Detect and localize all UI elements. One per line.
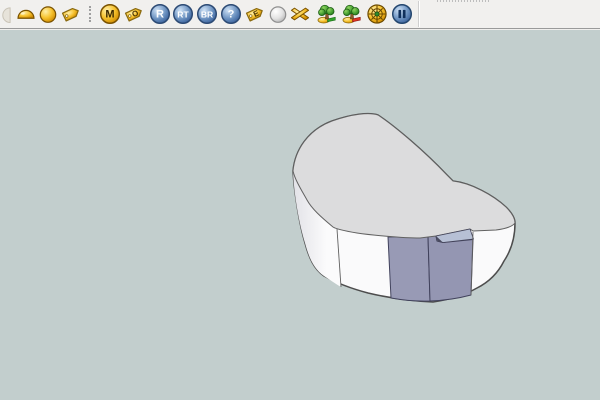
e-tag-button[interactable]: E [244,3,266,25]
clipped-edge-icon [0,3,15,25]
gold-dome-icon[interactable] [15,3,37,25]
gold-tag-icon[interactable] [60,3,82,25]
main-toolbar: M OR RT BR? E [0,0,600,29]
tree-red-strip-icon[interactable] [341,3,363,25]
o-tag-button[interactable]: O [123,3,145,25]
compass-target-icon[interactable] [366,3,388,25]
toolbar-divider [418,1,420,27]
white-sphere-icon[interactable] [267,3,289,25]
svg-text:M: M [105,8,114,20]
toolbar-grip-dots [437,0,489,2]
rt-button[interactable]: RT [172,3,194,25]
svg-text:?: ? [228,8,235,20]
br-button[interactable]: BR [196,3,218,25]
m-button[interactable]: M [99,3,121,25]
model-blue-face-right[interactable] [428,236,473,301]
model-canvas [0,30,600,400]
toolbar-separator [89,6,91,22]
help-button[interactable]: ? [220,3,242,25]
pause-button[interactable] [391,3,413,25]
crossed-arrows-icon[interactable] [289,3,311,25]
tree-green-strip-icon[interactable] [316,3,338,25]
svg-text:BR: BR [201,9,213,19]
app-window: M OR RT BR? E [0,0,600,400]
svg-text:RT: RT [177,9,189,19]
model-top-face[interactable] [293,114,515,238]
svg-text:R: R [156,8,164,20]
drawing-viewport[interactable] [0,30,600,400]
gold-sphere-icon[interactable] [37,3,59,25]
model-blue-face-left[interactable] [388,236,430,301]
r-button[interactable]: R [149,3,171,25]
